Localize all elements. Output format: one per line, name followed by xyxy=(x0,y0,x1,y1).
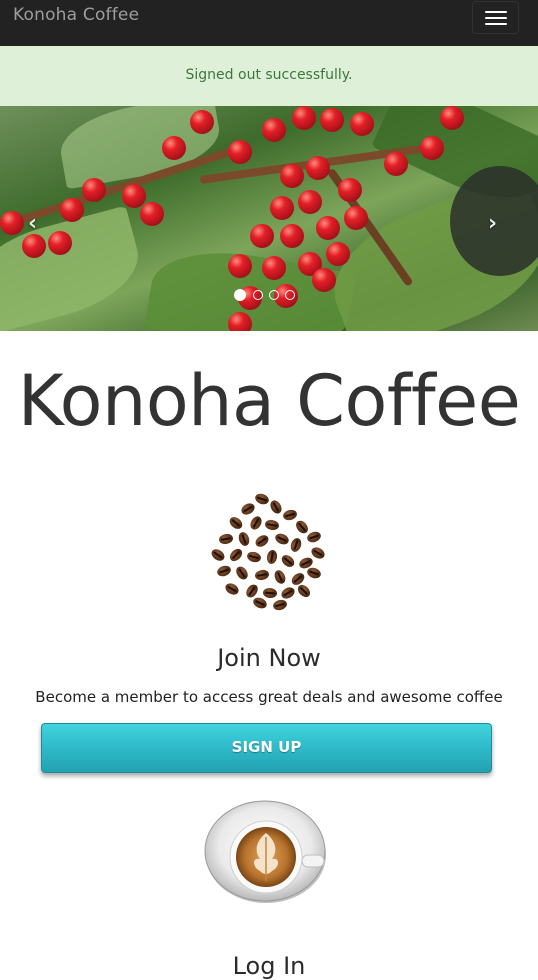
sign-up-button[interactable]: SIGN UP xyxy=(41,723,492,773)
navbar-toggle-button[interactable] xyxy=(472,1,519,34)
carousel-next-button[interactable]: › xyxy=(488,211,497,236)
carousel-indicator-4[interactable] xyxy=(285,290,295,300)
brand-link[interactable]: Konoha Coffee xyxy=(13,5,139,25)
hamburger-menu-icon xyxy=(485,11,507,13)
carousel-prev-button[interactable]: ‹ xyxy=(28,211,37,236)
hamburger-menu-icon xyxy=(485,23,507,25)
carousel-indicator-3[interactable] xyxy=(269,290,279,300)
signout-alert: Signed out successfully. xyxy=(0,46,538,106)
carousel-indicator-2[interactable] xyxy=(253,290,263,300)
coffee-cup-image xyxy=(204,797,328,905)
join-description: Become a member to access great deals an… xyxy=(35,688,503,706)
image-carousel: ‹ › xyxy=(0,106,538,331)
chevron-left-icon: ‹ xyxy=(28,211,38,236)
chevron-right-icon: › xyxy=(488,211,498,236)
latte-art-icon xyxy=(204,800,326,903)
carousel-indicator-1[interactable] xyxy=(234,289,246,301)
coffee-beans-image xyxy=(205,491,331,612)
join-now-heading: Join Now xyxy=(217,644,321,672)
hamburger-menu-icon xyxy=(485,17,507,19)
top-navbar: Konoha Coffee xyxy=(0,0,538,47)
log-in-heading: Log In xyxy=(232,952,306,980)
page-title: Konoha Coffee xyxy=(17,360,521,442)
